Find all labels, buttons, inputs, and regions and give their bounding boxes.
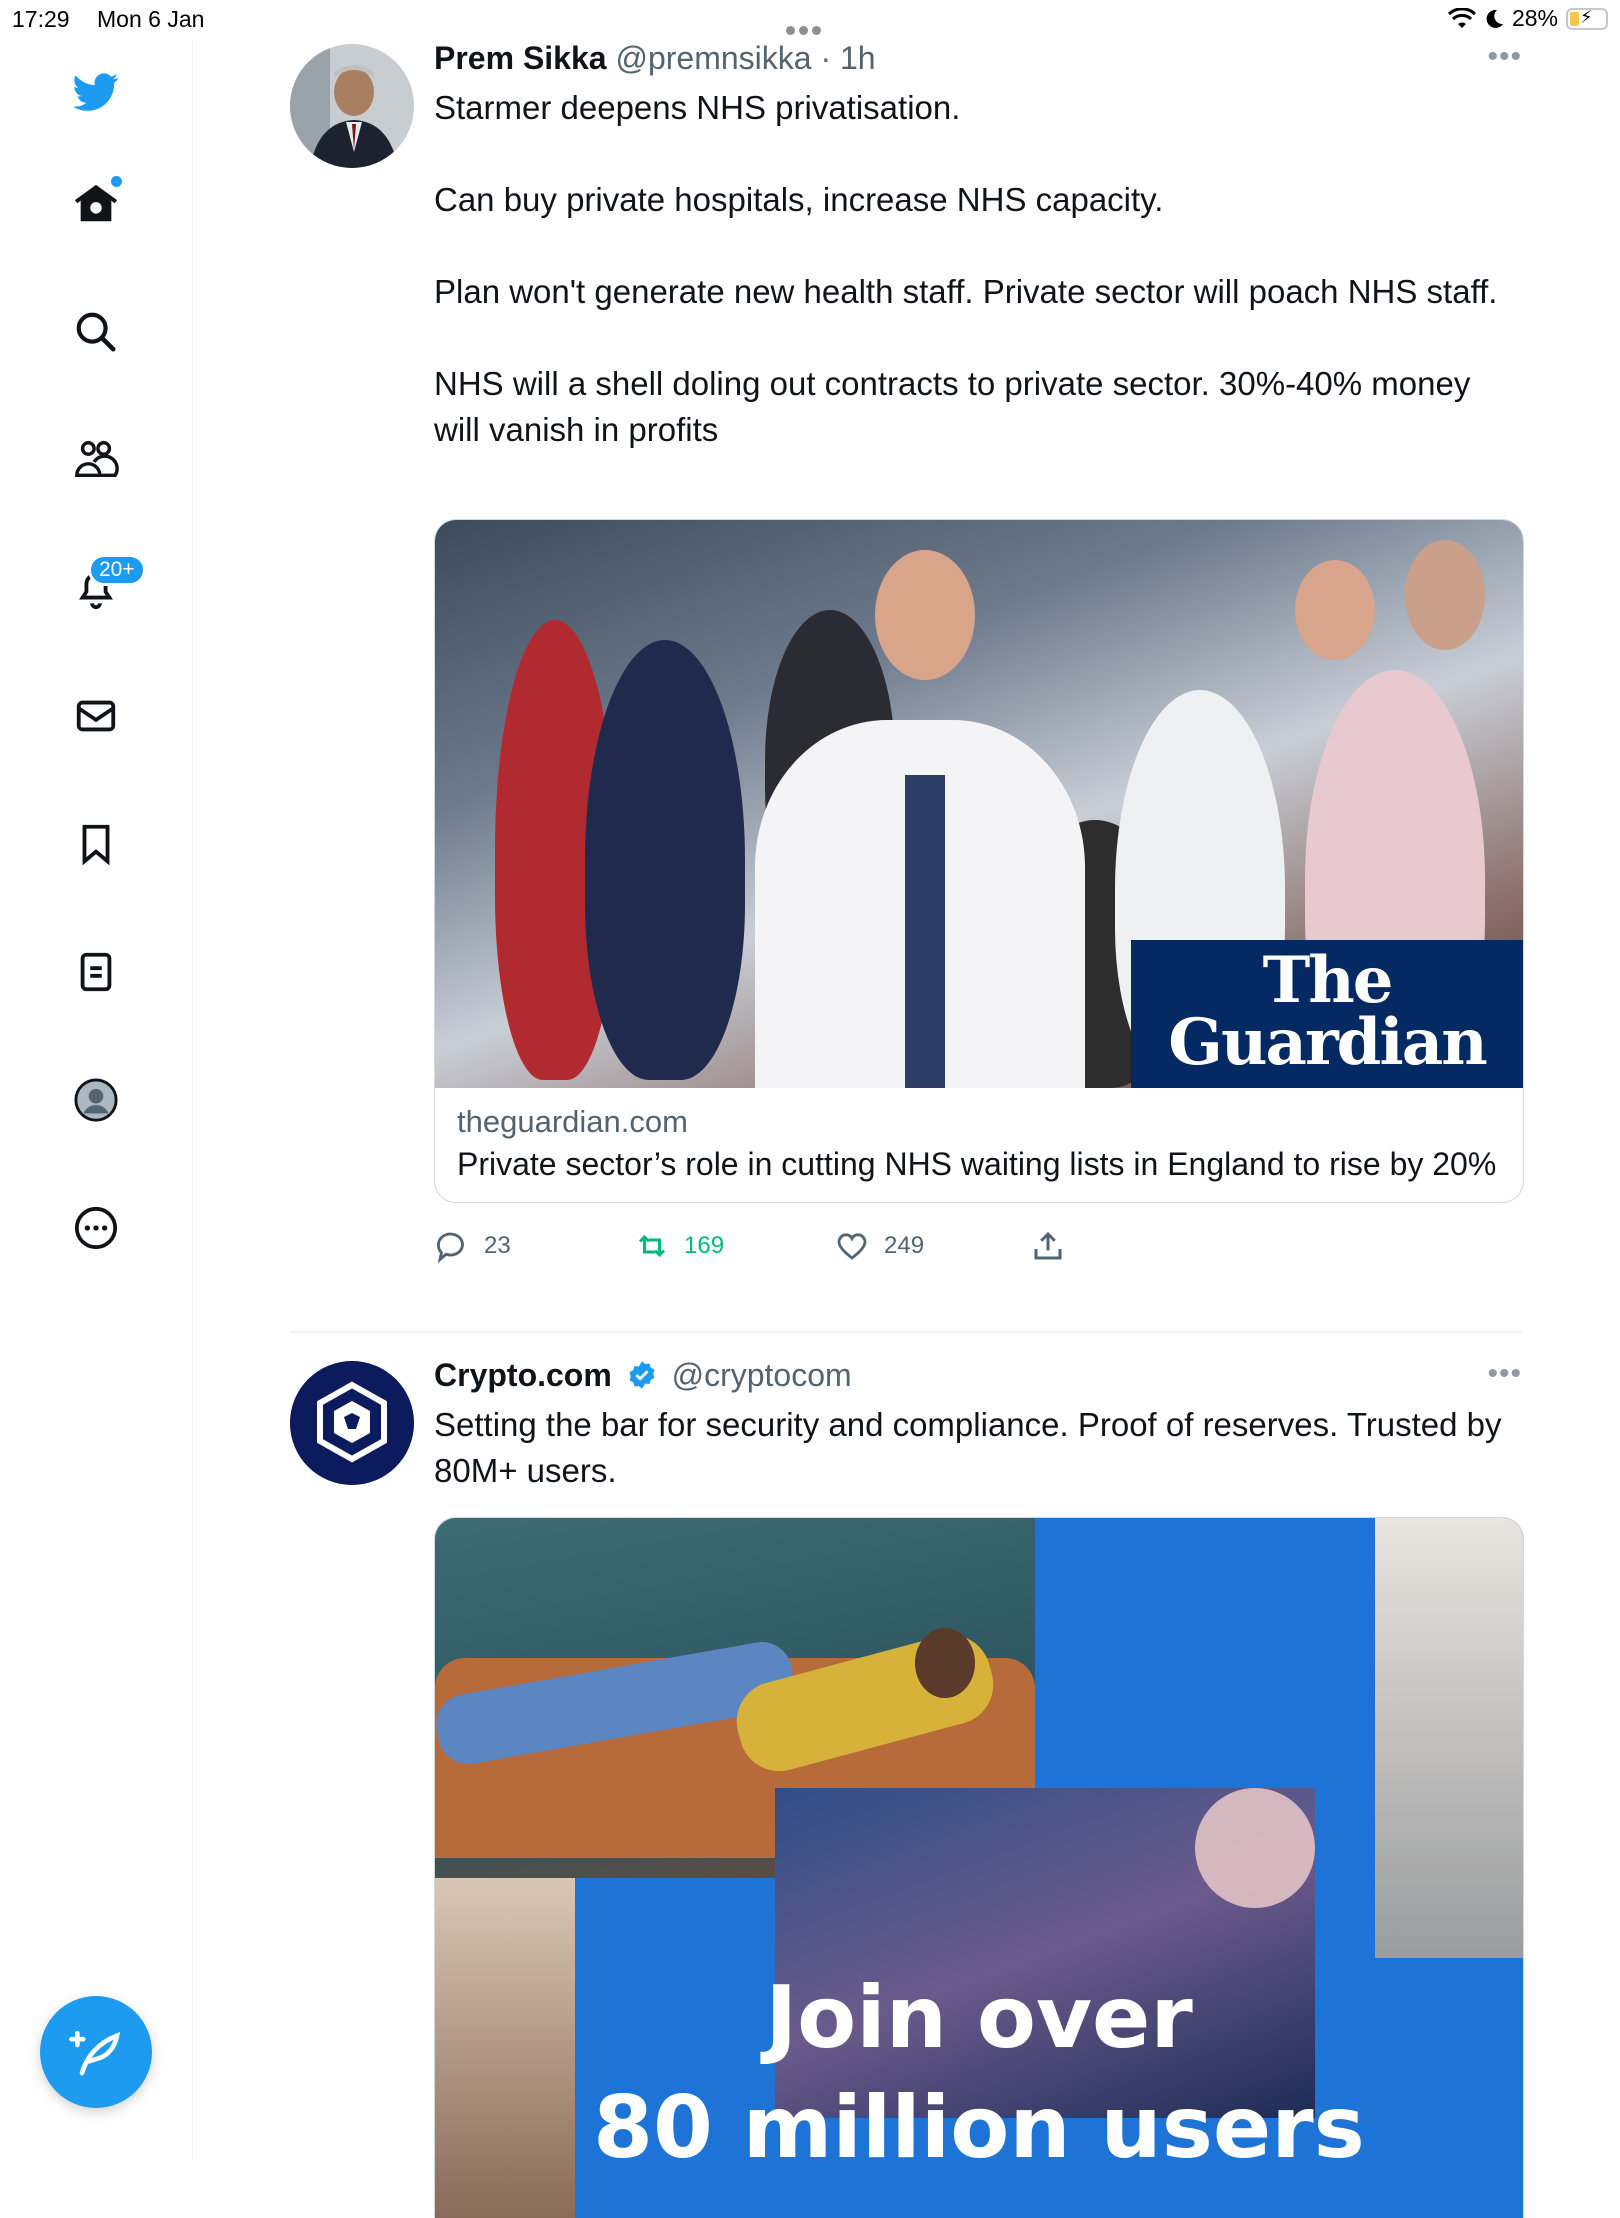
author-name[interactable]: Prem Sikka: [434, 40, 607, 76]
unread-dot: [111, 176, 122, 187]
tweet-paragraph: Can buy private hospitals, increase NHS …: [434, 181, 1164, 218]
like-button[interactable]: 249: [834, 1228, 924, 1264]
card-photo: The Guardian: [435, 520, 1523, 1088]
notification-count-badge: 20+: [88, 554, 146, 586]
share-icon: [1034, 1231, 1062, 1260]
tweet-text: Starmer deepens NHS privatisation. Can b…: [434, 85, 1524, 453]
retweet-button[interactable]: 169: [634, 1228, 724, 1264]
home-icon[interactable]: [64, 172, 128, 236]
status-indicators: 28% ⚡: [1447, 5, 1608, 32]
verified-badge-icon: [629, 1361, 655, 1389]
tweet-paragraph: Plan won't generate new health staff. Pr…: [434, 273, 1498, 310]
more-options-icon[interactable]: [64, 1196, 128, 1260]
status-date: Mon 6 Jan: [97, 6, 205, 32]
notifications-bell-icon[interactable]: 20+: [64, 554, 146, 620]
tweet-time[interactable]: 1h: [840, 40, 876, 76]
card-domain: theguardian.com: [457, 1104, 688, 1139]
tweet-paragraph: Starmer deepens NHS privatisation.: [434, 89, 961, 126]
guardian-logo: The Guardian: [1131, 940, 1523, 1088]
link-card[interactable]: The Guardian theguardian.com Private sec…: [434, 519, 1524, 1203]
reply-button[interactable]: 23: [434, 1228, 511, 1264]
avatar[interactable]: [290, 44, 414, 168]
promo-line1: Join over: [765, 1968, 1193, 2068]
avatar[interactable]: [290, 1361, 414, 1485]
multitasking-dots-icon[interactable]: [786, 14, 825, 41]
tweet-paragraph: NHS will a shell doling out contracts to…: [434, 365, 1471, 448]
compose-feather-icon: [69, 2031, 121, 2076]
messages-envelope-icon[interactable]: [64, 684, 128, 748]
tweet-header: Prem Sikka @premnsikka · 1h: [434, 40, 876, 77]
card-meta: theguardian.com Private sector’s role in…: [435, 1088, 1523, 1202]
reply-icon: [437, 1232, 464, 1264]
profile-avatar-icon[interactable]: [64, 1068, 128, 1132]
communities-icon[interactable]: [64, 428, 128, 492]
tweet-more-icon[interactable]: •••: [1487, 40, 1522, 74]
separator-dot: ·: [820, 40, 832, 76]
compose-tweet-button[interactable]: [40, 1996, 152, 2108]
promo-video: Join over 80 million users: [435, 1518, 1523, 2218]
reply-count: 23: [484, 1232, 511, 1259]
tweet-more-icon[interactable]: •••: [1487, 1357, 1522, 1391]
card-title: Private sector’s role in cutting NHS wai…: [457, 1146, 1497, 1182]
author-handle[interactable]: @cryptocom: [672, 1357, 852, 1393]
author-handle[interactable]: @premnsikka: [615, 40, 811, 76]
tweet-header: Crypto.com @cryptocom: [434, 1357, 852, 1394]
tweet-paragraph: Setting the bar for security and complia…: [434, 1406, 1502, 1489]
lists-icon[interactable]: [64, 940, 128, 1004]
tweet-cryptocom[interactable]: Crypto.com @cryptocom ••• Setting the ba…: [290, 1357, 1524, 2218]
like-count: 249: [884, 1232, 925, 1259]
share-button[interactable]: [1030, 1228, 1066, 1264]
bookmark-icon[interactable]: [64, 812, 128, 876]
guardian-logo-line1: The: [1262, 943, 1394, 1018]
battery-percent: 28%: [1511, 5, 1558, 31]
retweet-count: 169: [684, 1232, 725, 1259]
heart-icon: [837, 1233, 867, 1260]
tweet-actions: 23 169 249: [434, 1228, 1134, 1278]
guardian-logo-line2: Guardian: [1168, 1005, 1487, 1080]
retweet-icon: [638, 1234, 666, 1258]
wifi-icon: [1447, 7, 1476, 28]
author-name[interactable]: Crypto.com: [434, 1357, 612, 1393]
search-icon[interactable]: [64, 300, 128, 364]
tweet-text: Setting the bar for security and complia…: [434, 1402, 1524, 1494]
status-time: 17:29: [12, 6, 70, 32]
tweet-media[interactable]: Join over 80 million users: [434, 1517, 1524, 2218]
moon-icon: [1486, 9, 1503, 28]
promo-line2: 80 million users: [593, 2078, 1365, 2178]
sidebar-nav: 20+: [0, 40, 193, 2160]
battery-charging-icon: ⚡: [1566, 7, 1608, 30]
tweet-divider: [290, 1331, 1522, 1333]
twitter-logo-icon[interactable]: [64, 60, 128, 124]
tweet-prem-sikka[interactable]: Prem Sikka @premnsikka · 1h ••• Starmer …: [290, 40, 1524, 1330]
status-bar: 17:29 Mon 6 Jan 28% ⚡: [0, 0, 1620, 40]
